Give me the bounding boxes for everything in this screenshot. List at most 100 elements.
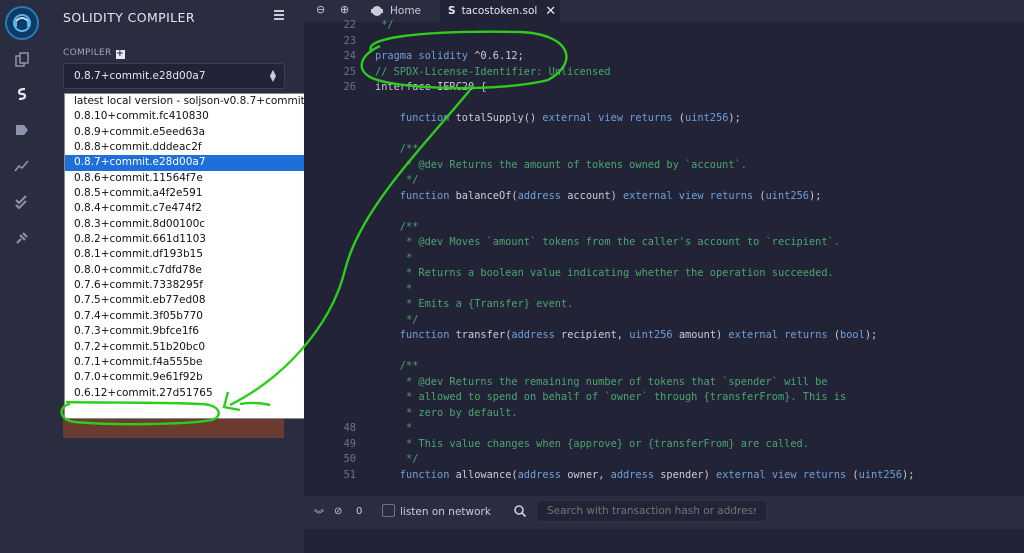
tab-home-label: Home: [390, 5, 422, 17]
code-token: account): [561, 189, 624, 202]
code-token: external returns: [728, 329, 828, 341]
code-token: */: [375, 174, 419, 186]
line-content: function allowance(address owner, addres…: [375, 468, 915, 481]
code-line[interactable]: */: [304, 174, 1024, 189]
code-line[interactable]: function totalSupply() external view ret…: [304, 112, 1024, 127]
code-token: );: [728, 112, 741, 124]
compiler-label-text: COMPILER: [63, 48, 112, 58]
line-content: /**: [375, 220, 419, 233]
line-number: 50: [343, 453, 356, 465]
listen-network-checkbox[interactable]: [382, 504, 395, 517]
code-token: *: [375, 422, 413, 434]
line-content: */: [375, 453, 418, 465]
code-token: (: [827, 329, 841, 341]
code-line[interactable]: 25 // SPDX-License-Identifier: Unlicensed: [304, 66, 1024, 81]
code-token: (: [846, 468, 859, 481]
code-line[interactable]: * Emits a {Transfer} event.: [304, 298, 1024, 313]
code-line[interactable]: 24 pragma solidity ^0.6.12;: [304, 50, 1024, 65]
tab-tacostoken-label: tacostoken.sol: [461, 5, 538, 17]
code-line[interactable]: 50 */: [304, 453, 1024, 468]
code-line[interactable]: [304, 97, 1024, 112]
code-line[interactable]: * zero by default.: [304, 407, 1024, 422]
add-compiler-icon[interactable]: +: [115, 50, 125, 59]
code-token: uint256: [765, 189, 810, 202]
code-line[interactable]: * allowed to spend on behalf of `owner` …: [304, 391, 1024, 406]
code-line[interactable]: 51 function allowance(address owner, add…: [304, 469, 1024, 481]
code-line[interactable]: *: [304, 283, 1024, 298]
code-line[interactable]: function transfer(address recipient, uin…: [304, 329, 1024, 344]
code-line[interactable]: /**: [304, 221, 1024, 236]
code-line[interactable]: * Returns a boolean value indicating whe…: [304, 267, 1024, 282]
line-content: * zero by default.: [375, 407, 518, 419]
code-token: * Emits a {Transfer} event.: [375, 298, 574, 310]
code-token: function: [375, 189, 450, 202]
code-token: /**: [375, 220, 419, 233]
code-line[interactable]: 23: [304, 35, 1024, 50]
code-token: function: [375, 468, 450, 481]
code-token: uint256: [629, 329, 673, 341]
clear-console-icon[interactable]: ⊘: [334, 506, 342, 517]
line-content: */: [375, 19, 393, 31]
code-token: *: [375, 251, 413, 264]
listen-network-label: listen on network: [400, 506, 491, 518]
code-line[interactable]: [304, 205, 1024, 220]
compiler-version-select[interactable]: 0.8.7+commit.e28d00a7 ▲ ▼: [63, 63, 285, 89]
line-content: interface IERC20 {: [375, 81, 487, 93]
code-token: (: [672, 112, 685, 124]
line-content: * @dev Moves `amount` tokens from the ca…: [375, 236, 840, 248]
code-line[interactable]: /**: [304, 143, 1024, 158]
analysis-icon[interactable]: [0, 152, 44, 180]
code-token: * @dev Returns the amount of tokens owne…: [375, 158, 747, 171]
code-token: external view returns: [716, 468, 847, 481]
code-line[interactable]: * @dev Moves `amount` tokens from the ca…: [304, 236, 1024, 251]
transaction-count: 0: [356, 506, 363, 517]
solidity-compiler-icon[interactable]: [0, 80, 44, 108]
line-number: 48: [343, 422, 356, 434]
plugin-manager-icon[interactable]: [0, 224, 44, 252]
line-content: // SPDX-License-Identifier: Unlicensed: [375, 66, 611, 78]
code-line[interactable]: 49 * This value changes when {approve} o…: [304, 438, 1024, 453]
code-line[interactable]: * @dev Returns the amount of tokens owne…: [304, 159, 1024, 174]
code-line[interactable]: * @dev Returns the remaining number of t…: [304, 376, 1024, 391]
code-token: ^0.6.12;: [468, 50, 524, 62]
code-token: external view returns: [542, 112, 673, 124]
code-line[interactable]: *: [304, 252, 1024, 267]
code-token: );: [864, 329, 878, 341]
selected-version: 0.8.7+commit.e28d00a7: [74, 70, 206, 82]
line-number: 25: [343, 65, 356, 78]
remix-home-icon: [371, 6, 383, 16]
code-line[interactable]: /**: [304, 360, 1024, 375]
line-content: */: [375, 174, 418, 186]
zoom-in-icon[interactable]: ⊕: [340, 3, 349, 16]
panel-docs-icon[interactable]: [274, 10, 284, 21]
panel-title: SOLIDITY COMPILER: [63, 10, 195, 25]
code-token: recipient,: [554, 329, 630, 341]
zoom-out-icon[interactable]: ⊖: [316, 3, 325, 16]
line-number: 24: [343, 50, 356, 62]
code-line[interactable]: 26 interface IERC20 {: [304, 81, 1024, 96]
code-line[interactable]: */: [304, 314, 1024, 329]
code-token: * allowed to spend on behalf of `owner` …: [375, 391, 847, 403]
code-token: external view returns: [623, 189, 754, 202]
chevron-updown-icon: ▲ ▼: [269, 68, 276, 83]
code-token: * zero by default.: [375, 406, 518, 419]
deploy-run-icon[interactable]: [0, 116, 44, 144]
close-icon[interactable]: ✕: [545, 4, 556, 19]
code-token: * @dev Returns the remaining number of t…: [375, 375, 828, 388]
code-token: * @dev Moves `amount` tokens from the ca…: [375, 236, 840, 248]
transaction-search-input[interactable]: [536, 500, 767, 522]
code-token: * This value changes when {approve} or {…: [375, 437, 809, 450]
remix-logo-icon[interactable]: [5, 6, 39, 40]
code-token: );: [809, 189, 822, 202]
code-editor[interactable]: 22 */23 24 pragma solidity ^0.6.12; 25 // SP…: [304, 18, 1024, 480]
code-line[interactable]: function balanceOf(address account) exte…: [304, 190, 1024, 205]
code-line[interactable]: 22 */: [304, 19, 1024, 34]
line-content: * allowed to spend on behalf of `owner` …: [375, 391, 846, 403]
code-line[interactable]: [304, 345, 1024, 360]
testing-icon[interactable]: [0, 188, 44, 216]
code-token: // SPDX-License-Identifier: Unlicensed: [375, 65, 611, 78]
code-line[interactable]: [304, 128, 1024, 143]
chevron-double-down-icon[interactable]: ︾: [314, 506, 324, 521]
file-explorer-icon[interactable]: [0, 46, 44, 74]
code-line[interactable]: 48 *: [304, 422, 1024, 437]
